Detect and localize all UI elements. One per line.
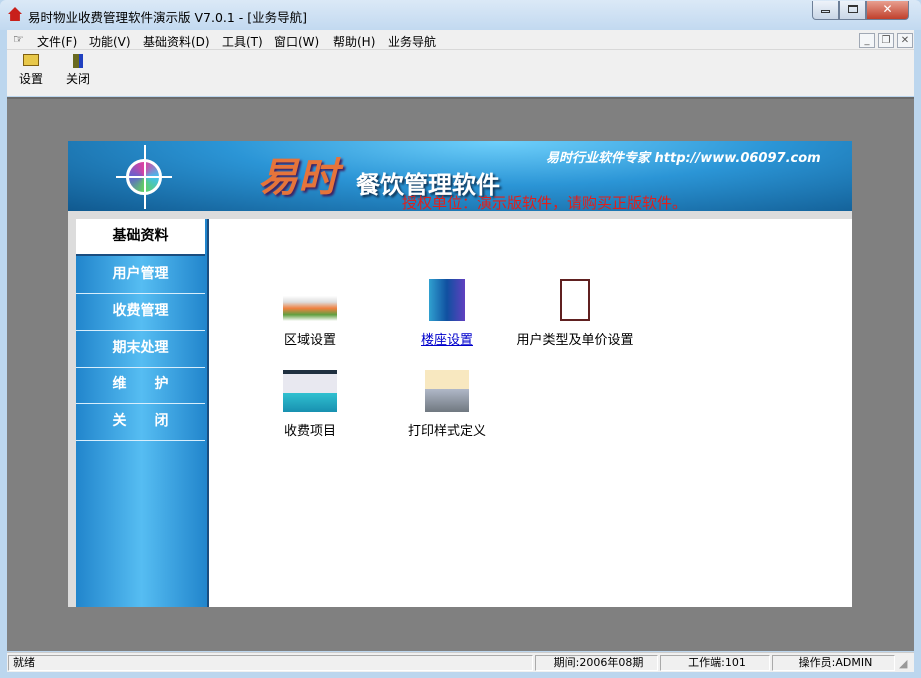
- sidebar-item-basic-data[interactable]: 基础资料: [76, 219, 205, 256]
- spreadsheet-formula-icon: [283, 370, 337, 412]
- toolbar: 设置 关闭: [7, 50, 914, 96]
- maximize-button[interactable]: [839, 1, 866, 20]
- brand-logo: 易时: [258, 155, 338, 201]
- sidebar-item-user-management[interactable]: 用户管理: [76, 257, 205, 294]
- building-icon: [429, 279, 465, 321]
- status-period: 期间:2006年08期: [535, 655, 658, 671]
- sidebar-item-period-end[interactable]: 期末处理: [76, 331, 205, 368]
- mdi-minimize-button[interactable]: _: [859, 33, 875, 48]
- status-operator: 操作员:ADMIN: [772, 655, 895, 671]
- status-ready: 就绪: [8, 655, 533, 671]
- menu-function[interactable]: 功能(V): [89, 33, 131, 50]
- settings-button[interactable]: 设置: [11, 54, 51, 87]
- sidebar-item-maintenance[interactable]: 维 护: [76, 367, 205, 404]
- crosshair-h: [116, 176, 172, 178]
- menu-help[interactable]: 帮助(H): [333, 33, 375, 50]
- sidebar: 基础资料 用户管理 收费管理 期末处理 维 护 关 闭: [76, 219, 209, 607]
- document-stamp-icon: [560, 279, 590, 321]
- navigation-panel: 易时 餐饮管理软件 易时行业软件专家 http://www.06097.com …: [68, 141, 852, 607]
- close-button[interactable]: ✕: [866, 1, 909, 20]
- content-area: 区域设置 楼座设置 用户类型及单价设置 收费项目 打印样式定义: [209, 219, 852, 607]
- menu-file[interactable]: 文件(F): [37, 33, 77, 50]
- menu-window[interactable]: 窗口(W): [274, 33, 319, 50]
- menu-basic-data[interactable]: 基础资料(D): [143, 33, 210, 50]
- exit-door-icon: [73, 54, 83, 68]
- mdi-restore-button[interactable]: ❐: [878, 33, 894, 48]
- resize-grip-icon[interactable]: ◢: [899, 657, 907, 670]
- sidebar-item-close[interactable]: 关 闭: [76, 404, 205, 441]
- printer-icon: [425, 370, 469, 412]
- print-style-item[interactable]: 打印样式定义: [372, 370, 522, 439]
- fee-items-item[interactable]: 收费项目: [235, 370, 385, 439]
- menu-bar: ☞ 文件(F) 功能(V) 基础资料(D) 工具(T) 窗口(W) 帮助(H) …: [7, 30, 914, 50]
- tagline: 易时行业软件专家 http://www.06097.com: [546, 151, 821, 166]
- window-title: 易时物业收费管理软件演示版 V7.0.1 - [业务导航]: [28, 10, 308, 25]
- area-settings-item[interactable]: 区域设置: [235, 279, 385, 348]
- landscape-icon: [283, 279, 337, 321]
- minimize-button[interactable]: [812, 1, 839, 20]
- open-folder-icon: [23, 54, 39, 66]
- close-tool-button[interactable]: 关闭: [58, 54, 98, 87]
- title-bar: 易时物业收费管理软件演示版 V7.0.1 - [业务导航] ✕: [0, 0, 921, 30]
- menu-business-nav[interactable]: 业务导航: [388, 33, 436, 50]
- banner: 易时 餐饮管理软件 易时行业软件专家 http://www.06097.com …: [68, 141, 852, 212]
- menu-tools[interactable]: 工具(T): [222, 33, 263, 50]
- app-home-icon: [8, 7, 22, 21]
- license-notice: 授权单位：演示版软件，请购买正版软件。: [402, 194, 688, 212]
- status-workstation: 工作端:101: [660, 655, 770, 671]
- sidebar-item-fee-management[interactable]: 收费管理: [76, 294, 205, 331]
- status-bar: 就绪 期间:2006年08期 工作端:101 操作员:ADMIN ◢: [7, 652, 914, 672]
- pointer-hand-icon: ☞: [13, 32, 24, 46]
- user-type-price-item[interactable]: 用户类型及单价设置: [500, 279, 650, 348]
- mdi-close-button[interactable]: ✕: [897, 33, 913, 48]
